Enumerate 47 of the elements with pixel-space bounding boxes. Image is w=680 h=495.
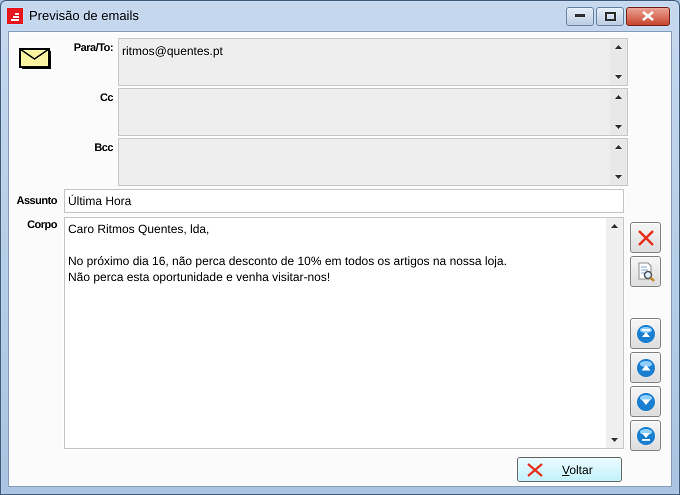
- scrollbar[interactable]: [610, 139, 627, 185]
- window-title: Previsão de emails: [29, 7, 140, 26]
- scroll-up-icon[interactable]: [615, 95, 622, 99]
- recipient-field[interactable]: [118, 138, 628, 186]
- minimize-icon: [575, 14, 585, 18]
- scroll-up-icon[interactable]: [611, 224, 618, 228]
- last-icon: [636, 426, 656, 446]
- last-button[interactable]: [630, 420, 661, 451]
- envelope-icon: [19, 48, 52, 70]
- maximize-button[interactable]: [596, 6, 624, 26]
- document-magnifier-icon: [636, 262, 656, 282]
- subject-label: Assunto: [16, 194, 57, 209]
- app-logo-icon: [7, 8, 23, 24]
- scrollbar[interactable]: [610, 89, 627, 135]
- scroll-down-icon[interactable]: [615, 125, 622, 129]
- cancel-icon: [527, 462, 543, 476]
- scroll-up-icon[interactable]: [615, 145, 622, 149]
- scrollbar[interactable]: [610, 39, 627, 85]
- down-icon: [636, 392, 656, 412]
- body-field[interactable]: Caro Ritmos Quentes, lda, No próximo dia 16, não perca desconto de 10% em todos os artigos na nossa loja. Não perca esta oportunidade e venha visitar-nos!: [64, 217, 624, 449]
- recipient-field[interactable]: [118, 88, 628, 136]
- body-label: Corpo: [26, 218, 57, 233]
- recipient-label: Bcc: [93, 141, 113, 156]
- delete-icon: [636, 228, 654, 246]
- up-icon: [636, 358, 656, 378]
- up-button[interactable]: [630, 352, 661, 383]
- close-icon: [642, 11, 654, 21]
- recipient-label: Cc: [98, 91, 113, 106]
- recipient-value: ritmos@quentes.pt: [122, 44, 223, 58]
- scroll-down-icon[interactable]: [611, 438, 618, 442]
- scroll-up-icon[interactable]: [615, 45, 622, 49]
- scrollbar[interactable]: [606, 218, 623, 448]
- close-button[interactable]: [626, 6, 670, 26]
- recipient-field[interactable]: ritmos@quentes.pt: [118, 38, 628, 86]
- down-button[interactable]: [630, 386, 661, 417]
- maximize-icon: [604, 12, 616, 20]
- back-button[interactable]: Voltar: [517, 457, 622, 482]
- subject-field[interactable]: Última Hora: [64, 189, 624, 213]
- scroll-down-icon[interactable]: [615, 175, 622, 179]
- delete-button[interactable]: [630, 222, 661, 253]
- body-text: Caro Ritmos Quentes, lda, No próximo dia 16, não perca desconto de 10% em todos os artigos na nossa loja. Não perca esta oportunidade e venha visitar-nos!: [67, 221, 508, 285]
- scroll-down-icon[interactable]: [615, 75, 622, 79]
- first-button[interactable]: [630, 318, 661, 349]
- first-icon: [636, 324, 656, 344]
- preview-button[interactable]: [630, 256, 661, 287]
- minimize-button[interactable]: [566, 6, 594, 26]
- recipient-label: Para/To:: [72, 41, 113, 56]
